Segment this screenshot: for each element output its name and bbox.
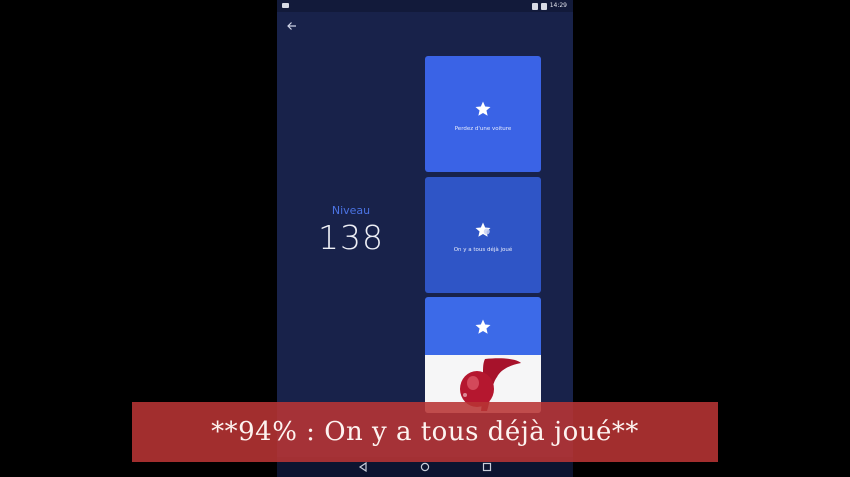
answer-card-2[interactable]: On y a tous déjà joué <box>425 177 541 293</box>
nav-recents-icon[interactable] <box>481 461 493 473</box>
back-arrow-icon[interactable] <box>285 18 299 34</box>
level-display: Niveau 138 <box>277 204 425 258</box>
caption-banner: **94% : On y a tous déjà joué** <box>132 402 718 462</box>
signal-icon <box>531 2 538 10</box>
level-number: 138 <box>318 218 384 257</box>
level-label: Niveau <box>331 204 371 217</box>
status-time: 14:29 <box>549 2 567 9</box>
star-icon <box>475 319 491 334</box>
card-caption: Perdez d'une voiture <box>454 126 512 132</box>
star-icon <box>475 101 491 116</box>
card-caption: On y a tous déjà joué <box>453 247 513 253</box>
nav-home-icon[interactable] <box>419 461 431 473</box>
star-icon <box>475 222 491 237</box>
caption-banner-text: **94% : On y a tous déjà joué** <box>211 417 639 447</box>
nav-back-icon[interactable] <box>357 461 369 473</box>
status-indicators: 14:29 <box>531 1 567 11</box>
answer-card-1[interactable]: Perdez d'une voiture <box>425 56 541 172</box>
battery-icon <box>540 2 547 10</box>
notification-icon <box>282 3 289 8</box>
answer-card-3[interactable] <box>425 297 541 413</box>
status-bar: 14:29 <box>277 0 573 12</box>
